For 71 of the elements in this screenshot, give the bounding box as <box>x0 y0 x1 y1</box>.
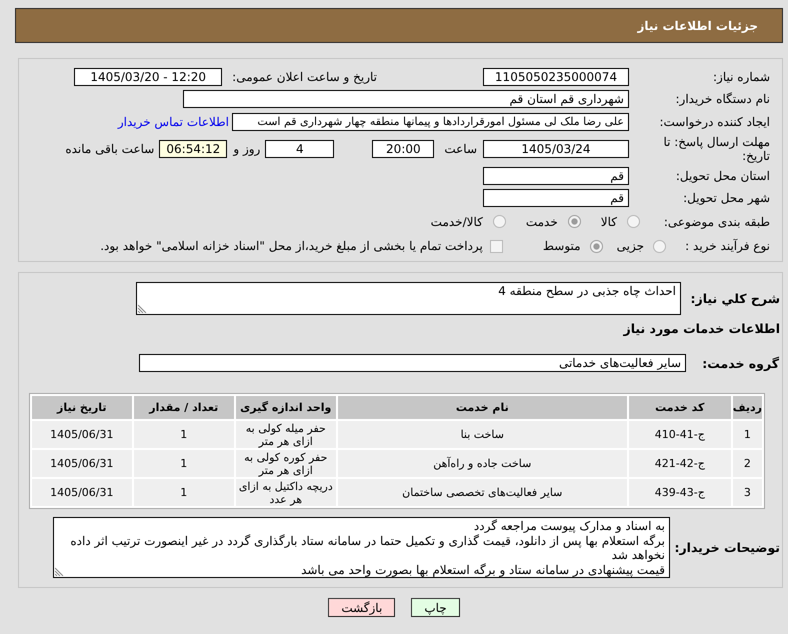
table-cell: حفر میله کولی به ازای هر متر <box>236 421 336 448</box>
radio-label: متوسط <box>542 239 581 253</box>
field-label: شرح کلي نیاز: <box>690 291 781 306</box>
table-cell: 1 <box>134 421 234 448</box>
column-header: ردیف <box>732 396 762 419</box>
table-cell: 3 <box>732 479 762 506</box>
field-label: استان محل تحویل: <box>674 169 770 183</box>
deadline-time-field[interactable]: 20:00 <box>372 140 434 158</box>
buyer-name-field[interactable]: شهرداری قم استان قم <box>183 90 629 108</box>
table-cell: 2 <box>732 450 762 477</box>
field-label: توضیحات خریدار: <box>673 540 781 555</box>
table-cell: 1 <box>134 450 234 477</box>
city-field[interactable]: قم <box>483 189 629 207</box>
page-title: جزئیات اطلاعات نیاز <box>637 18 758 32</box>
table-cell: 1405/06/31 <box>32 479 132 506</box>
radio-label: کالا/خدمت <box>430 214 483 228</box>
resize-grip-icon <box>55 567 64 576</box>
radio-label: خدمت <box>526 214 558 228</box>
requester-field[interactable]: علی رضا ملک لی مسئول امورقراردادها و پیمانها منطقه چهار شهرداری قم است <box>232 112 629 130</box>
table-cell: ج-43-439 <box>628 479 731 506</box>
table-cell: 1405/06/31 <box>32 421 132 448</box>
deadline-date-field[interactable]: 1405/03/24 <box>483 140 629 158</box>
field-label: گروه خدمت: <box>701 356 780 370</box>
column-header: نام خدمت <box>338 396 627 419</box>
table-cell: 1 <box>134 479 234 506</box>
field-label: ساعت باقی مانده <box>65 142 154 156</box>
field-label: روز و <box>233 142 260 156</box>
remaining-time-field[interactable]: 06:54:12 <box>159 140 228 158</box>
print-button[interactable]: چاپ <box>411 598 460 617</box>
table-cell: حفر کوره کولی به ازای هر متر <box>236 450 336 477</box>
radio-button[interactable] <box>492 215 506 228</box>
table-cell: 1405/06/31 <box>32 450 132 477</box>
radio-button[interactable] <box>568 215 581 228</box>
table-cell: ج-41-410 <box>628 421 731 448</box>
days-field[interactable]: 4 <box>265 140 334 158</box>
field-label: نوع فرآیند خرید : <box>684 239 770 253</box>
table-cell: ساخت بنا <box>338 421 627 448</box>
table-cell: ج-42-421 <box>628 450 731 477</box>
radio-button[interactable] <box>653 240 666 252</box>
column-header: واحد اندازه گیری <box>236 396 336 419</box>
service-group-field[interactable]: سایر فعالیت‌های خدماتی <box>139 354 686 372</box>
resize-grip-icon <box>138 304 147 313</box>
column-header: تاریخ نیاز <box>32 396 132 419</box>
field-label: ساعت <box>444 142 477 156</box>
checkbox-label: پرداخت تمام یا بخشی از مبلغ خرید،از محل "اسناد خزانه اسلامی" خواهد بود. <box>100 239 483 253</box>
need-number-field[interactable]: 1105050235000074 <box>483 68 629 86</box>
radio-label: کالا <box>600 214 617 228</box>
field-label: شهر محل تحویل: <box>682 191 770 205</box>
announce-date-field[interactable]: 1405/03/20 - 12:20 <box>74 68 222 86</box>
buyer-contact-link[interactable]: اطلاعات تماس خریدار <box>118 114 229 128</box>
field-label: تاریخ و ساعت اعلان عمومی: <box>232 70 377 84</box>
table-cell: سایر فعالیت‌های تخصصی ساختمان <box>338 479 627 506</box>
table-cell: 1 <box>732 421 762 448</box>
table-cell: دریچه داکتیل به ازای هر عدد <box>236 479 336 506</box>
field-label: مهلت ارسال پاسخ: تا تاریخ: <box>662 135 770 163</box>
back-button[interactable]: بازگشت <box>328 598 396 617</box>
field-label: شماره نیاز: <box>712 70 770 84</box>
buyer-notes-field[interactable]: به اسناد و مدارک پیوست مراجعه گردد برگه استعلام بها پس از دانلود، قیمت گذاری و تکمیل حتما در سامانه ستاد بارگذاری گردد در غیر اینصورت ترتیب اثر داده نخواهد شد قیمت پیشنهادی در سامانه ستاد و برگه استعلام بها بصورت واحد می باشد <box>53 517 670 578</box>
radio-button[interactable] <box>627 215 640 228</box>
radio-button[interactable] <box>590 240 603 252</box>
column-header: تعداد / مقدار <box>134 396 234 419</box>
field-label: ایجاد کننده درخواست: <box>658 114 770 128</box>
field-label: نام دستگاه خریدار: <box>674 92 770 106</box>
description-field[interactable]: احداث چاه جذبی در سطح منطقه 4 <box>136 282 681 315</box>
province-field[interactable]: قم <box>483 167 629 185</box>
section-heading: اطلاعات خدمات مورد نیاز <box>624 320 781 336</box>
radio-label: جزیی <box>616 239 644 253</box>
column-header: کد خدمت <box>628 396 731 419</box>
checkbox[interactable] <box>490 240 503 252</box>
field-label: طبقه بندی موضوعی: <box>662 214 770 228</box>
table-cell: ساخت جاده و راه‌آهن <box>338 450 627 477</box>
